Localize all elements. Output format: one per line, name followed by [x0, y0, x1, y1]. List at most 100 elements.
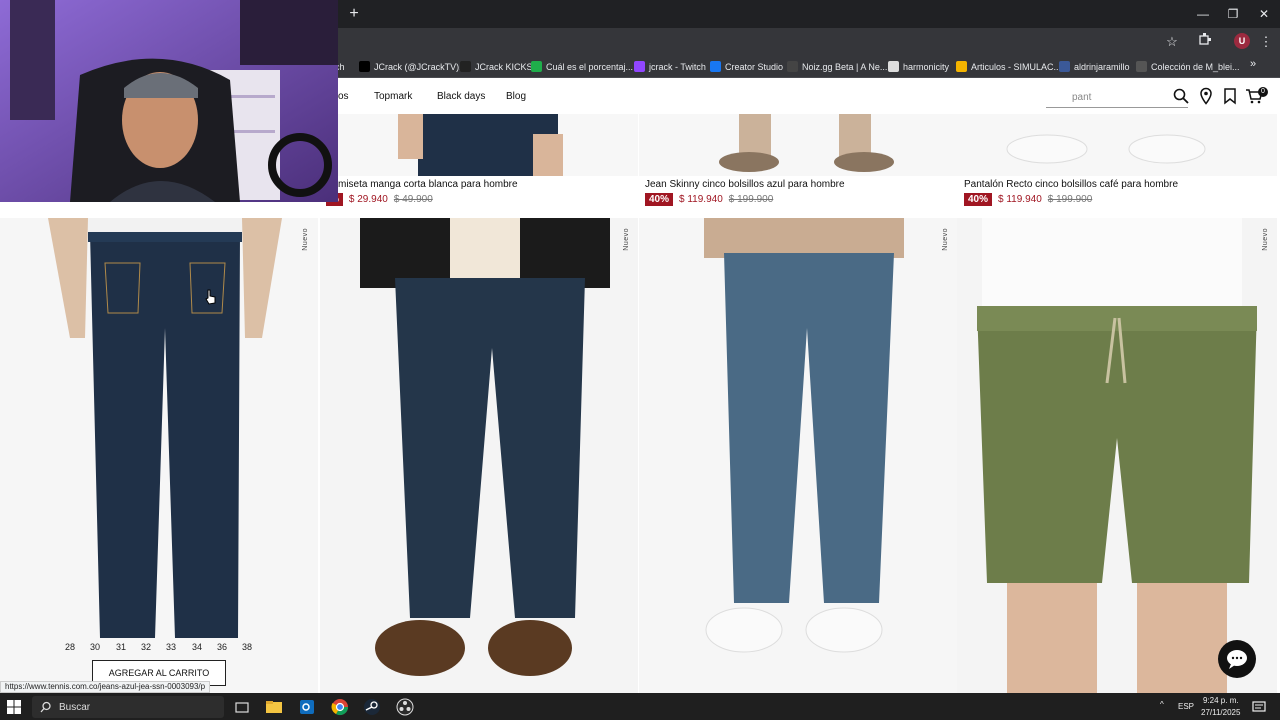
webcam-overlay	[0, 0, 338, 202]
bookmark-item[interactable]: harmonicity	[888, 58, 949, 75]
bookmark-favicon-icon	[359, 61, 370, 72]
chat-button[interactable]	[1218, 640, 1256, 678]
size-option[interactable]: 36	[217, 642, 227, 652]
bookmark-label: jcrack - Twitch	[649, 61, 706, 72]
bookmark-label: JCrack (@JCrackTV)...	[374, 61, 467, 72]
old-price: $ 199.900	[728, 194, 774, 205]
nav-link-black-days[interactable]: Black days	[437, 91, 485, 102]
size-option[interactable]: 33	[166, 642, 176, 652]
location-pin-icon[interactable]	[1197, 87, 1217, 107]
bookmark-item[interactable]: jcrack - Twitch	[634, 58, 706, 75]
taskbar-search-label: Buscar	[59, 702, 91, 713]
close-window-button[interactable]: ✕	[1249, 2, 1279, 26]
bookmark-label: harmonicity	[903, 61, 950, 72]
windows-start-icon[interactable]	[6, 699, 22, 715]
product-card-jeans-light[interactable]	[639, 218, 957, 693]
chrome-icon[interactable]	[330, 697, 350, 717]
size-option[interactable]: 34	[192, 642, 202, 652]
nav-link-partial[interactable]: os	[338, 91, 349, 102]
obs-icon[interactable]	[395, 697, 415, 717]
extensions-icon[interactable]	[1194, 32, 1216, 52]
product-card-jeans-back[interactable]	[0, 218, 318, 693]
bookmarks-overflow-icon[interactable]: »	[1250, 58, 1256, 70]
notifications-icon[interactable]	[1252, 700, 1266, 719]
size-option[interactable]: 28	[65, 642, 75, 652]
bookmark-favicon-icon	[956, 61, 967, 72]
product-image-tshirt[interactable]	[338, 114, 638, 176]
price: $ 29.940	[348, 194, 388, 205]
tray-chevron-icon[interactable]: ^	[1160, 700, 1164, 709]
bookmark-item[interactable]: Cuál es el porcentaj...	[531, 58, 633, 75]
steam-icon[interactable]	[362, 697, 382, 717]
search-icon	[40, 700, 52, 718]
product-card-shorts-olive[interactable]	[957, 218, 1277, 693]
new-badge: Nuevo	[942, 228, 949, 251]
product-price-row: % $ 29.940 $ 49.900	[326, 193, 433, 206]
search-input[interactable]	[1072, 90, 1172, 104]
product-name[interactable]: Pantalón Recto cinco bolsillos café para…	[964, 179, 1178, 190]
clock-date[interactable]: 27/11/2025	[1201, 708, 1240, 717]
product-image-jean-skinny[interactable]	[639, 114, 957, 176]
price: $ 119.940	[998, 194, 1042, 205]
product-card-jeans-dark[interactable]	[320, 218, 638, 693]
product-name[interactable]: miseta manga corta blanca para hombre	[338, 179, 518, 190]
bookmark-favicon-icon	[460, 61, 471, 72]
bookmark-label: Articulos - SIMULAC...	[971, 61, 1062, 72]
bookmark-favicon-icon	[888, 61, 899, 72]
bookmark-item[interactable]: Creator Studio	[710, 58, 783, 75]
bookmark-icon[interactable]	[1221, 87, 1241, 107]
new-badge: Nuevo	[302, 228, 309, 251]
bookmark-label: Cuál es el porcentaj...	[546, 61, 634, 72]
browser-menu-icon[interactable]: ⋮	[1255, 32, 1277, 52]
bookmark-label: JCrack KICKS	[475, 61, 533, 72]
nav-link-topmark[interactable]: Topmark	[374, 91, 412, 102]
hand-cursor-icon	[205, 289, 217, 310]
size-option[interactable]: 38	[242, 642, 252, 652]
bookmark-favicon-icon	[710, 61, 721, 72]
clock-time[interactable]: 9:24 p. m.	[1203, 696, 1239, 705]
new-badge: Nuevo	[623, 228, 630, 251]
cart-count-badge: 0	[1258, 87, 1268, 97]
discount-badge: 40%	[645, 193, 674, 206]
nav-link-blog[interactable]: Blog	[506, 91, 526, 102]
bookmark-favicon-icon	[787, 61, 798, 72]
old-price: $ 49.900	[393, 194, 433, 205]
bookmark-item[interactable]: Articulos - SIMULAC...	[956, 58, 1061, 75]
bookmark-favicon-icon	[531, 61, 542, 72]
bookmark-label: Colección de M_blei...	[1151, 61, 1240, 72]
minimize-button[interactable]: —	[1188, 2, 1218, 26]
bookmark-item[interactable]: aldrinjaramillo	[1059, 58, 1130, 75]
bookmark-favicon-icon	[634, 61, 645, 72]
product-price-row: 40% $ 119.940 $ 199.900	[964, 193, 1092, 206]
old-price: $ 199.900	[1047, 194, 1093, 205]
search-box	[1046, 86, 1188, 108]
status-bar-url: https://www.tennis.com.co/jeans-azul-jea…	[0, 681, 211, 693]
outlook-icon[interactable]	[297, 697, 317, 717]
bookmark-item[interactable]: Noiz.gg Beta | A Ne...	[787, 58, 887, 75]
bookmark-label: aldrinjaramillo	[1074, 61, 1130, 72]
size-option[interactable]: 30	[90, 642, 100, 652]
product-name[interactable]: Jean Skinny cinco bolsillos azul para ho…	[645, 179, 845, 190]
bookmark-item[interactable]: Colección de M_blei...	[1136, 58, 1240, 75]
bookmark-star-icon[interactable]: ☆	[1161, 32, 1183, 52]
product-image-pantalon-recto[interactable]	[957, 114, 1277, 176]
task-view-icon[interactable]	[232, 697, 252, 717]
new-badge: Nuevo	[1262, 228, 1269, 251]
bookmark-favicon-icon	[1059, 61, 1070, 72]
product-price-row: 40% $ 119.940 $ 199.900	[645, 193, 773, 206]
bookmark-item[interactable]: JCrack (@JCrackTV)...	[359, 58, 467, 75]
new-tab-button[interactable]: +	[344, 4, 364, 24]
search-icon[interactable]	[1172, 87, 1192, 107]
discount-badge: 40%	[964, 193, 993, 206]
language-indicator[interactable]: ESP	[1178, 702, 1194, 711]
bookmark-item[interactable]: JCrack KICKS	[460, 58, 533, 75]
price: $ 119.940	[679, 194, 723, 205]
size-option[interactable]: 31	[116, 642, 126, 652]
bookmark-favicon-icon	[1136, 61, 1147, 72]
profile-avatar[interactable]: U	[1234, 33, 1250, 49]
size-option[interactable]: 32	[141, 642, 151, 652]
bookmark-label: Creator Studio	[725, 61, 784, 72]
file-explorer-icon[interactable]	[264, 697, 284, 717]
maximize-button[interactable]: ❐	[1218, 2, 1248, 26]
bookmark-label: Noiz.gg Beta | A Ne...	[802, 61, 888, 72]
